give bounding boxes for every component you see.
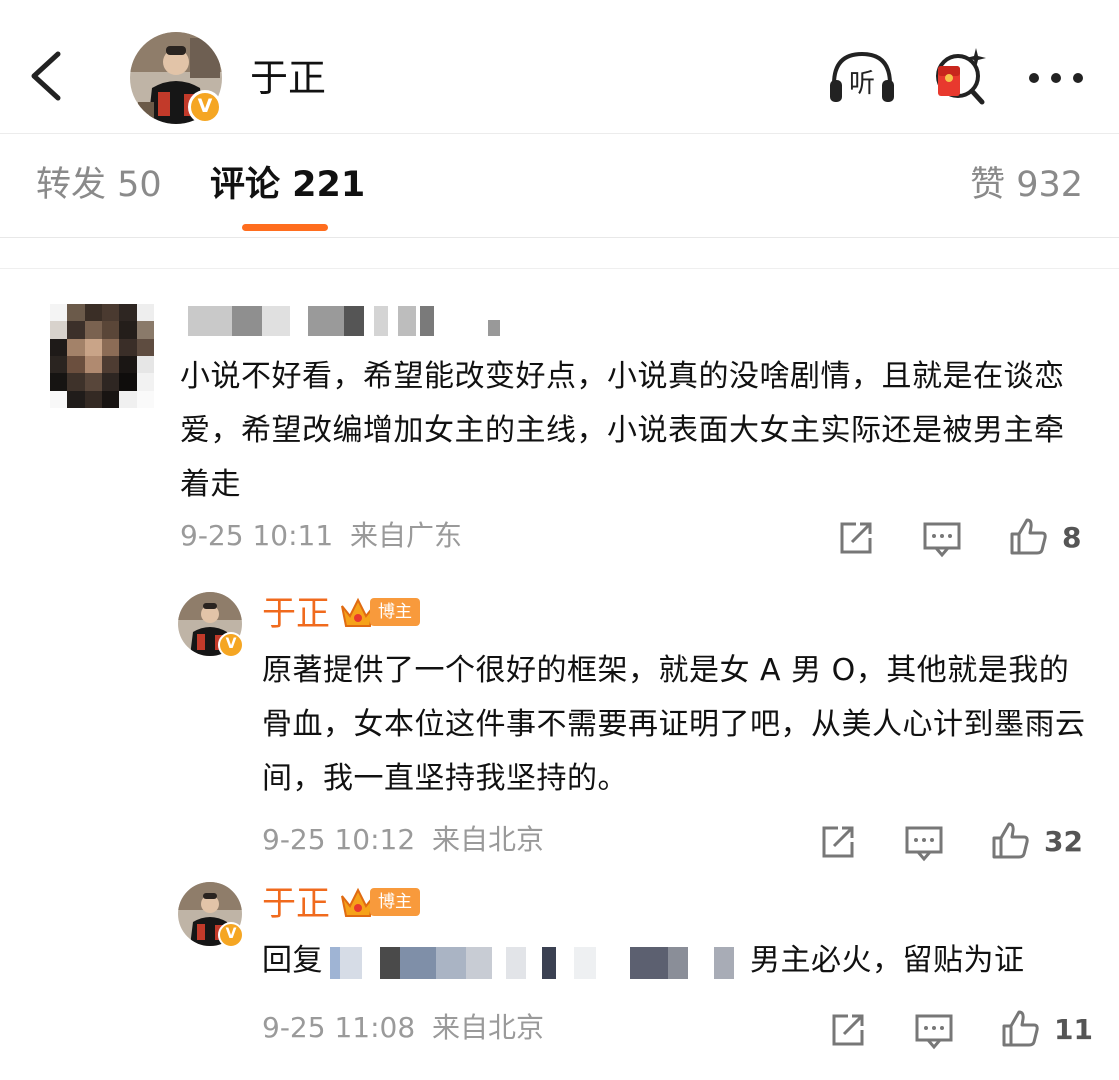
- replied-user-redacted[interactable]: [330, 947, 748, 979]
- reply-prefix: 回复: [262, 943, 323, 978]
- comment-location: 来自广东: [350, 519, 463, 552]
- like-count: 8: [1062, 521, 1082, 554]
- tab-bar: 转发 50 评论 221 赞 932: [0, 134, 1119, 238]
- comment-text: 小说不好看，希望能改变好点，小说真的没啥剧情，且就是在谈恋爱，希望改编增加女主的…: [180, 359, 1065, 502]
- comment-icon[interactable]: [922, 518, 962, 558]
- reply-author[interactable]: 于正: [262, 882, 330, 926]
- reply-location: 来自北京: [432, 823, 545, 856]
- reply-location: 来自北京: [432, 1011, 545, 1044]
- red-packet-icon[interactable]: [928, 44, 992, 108]
- blogger-badge: 博主: [340, 596, 422, 630]
- tab-comment[interactable]: 评论 221: [210, 162, 365, 208]
- reply-meta: 9-25 10:12 来自北京: [262, 822, 544, 858]
- verified-badge: V: [218, 922, 244, 948]
- blogger-label: 博主: [370, 598, 420, 626]
- comment-meta: 9-25 10:11 来自广东: [180, 518, 462, 554]
- like-icon[interactable]: [990, 820, 1030, 860]
- page-title: 于正: [250, 56, 327, 100]
- commenter-avatar[interactable]: [50, 304, 154, 408]
- like-count: 11: [1054, 1013, 1093, 1046]
- divider: [0, 268, 1119, 269]
- active-tab-indicator: [242, 224, 328, 231]
- reply-text: 男主必火，留贴为证: [750, 943, 1025, 978]
- verified-badge: V: [218, 632, 244, 658]
- repost-icon[interactable]: [828, 1010, 868, 1050]
- reply-author[interactable]: 于正: [262, 592, 330, 636]
- blogger-badge: 博主: [340, 886, 422, 920]
- comment-icon[interactable]: [914, 1010, 954, 1050]
- blogger-label: 博主: [370, 888, 420, 916]
- like-icon[interactable]: [1000, 1008, 1040, 1048]
- like-count: 32: [1044, 825, 1083, 858]
- top-bar: V 于正 听: [0, 0, 1119, 134]
- comment-icon[interactable]: [904, 822, 944, 862]
- tab-likes[interactable]: 赞 932: [970, 162, 1083, 208]
- reply-text: 原著提供了一个很好的框架，就是女 A 男 O，其他就是我的骨血，女本位这件事不需…: [262, 653, 1086, 796]
- reply-meta: 9-25 11:08 来自北京: [262, 1010, 544, 1046]
- listen-label: 听: [849, 69, 875, 99]
- more-icon[interactable]: [1028, 58, 1088, 98]
- back-icon[interactable]: [22, 44, 72, 108]
- tab-repost[interactable]: 转发 50: [36, 162, 162, 208]
- like-icon[interactable]: [1008, 516, 1048, 556]
- repost-icon[interactable]: [836, 518, 876, 558]
- repost-icon[interactable]: [818, 822, 858, 862]
- reply-time: 9-25 10:12: [262, 823, 416, 856]
- verified-badge: V: [188, 90, 222, 124]
- listen-icon[interactable]: 听: [826, 46, 898, 106]
- commenter-name-redacted[interactable]: [188, 306, 518, 336]
- comment-time: 9-25 10:11: [180, 519, 334, 552]
- reply-time: 9-25 11:08: [262, 1011, 416, 1044]
